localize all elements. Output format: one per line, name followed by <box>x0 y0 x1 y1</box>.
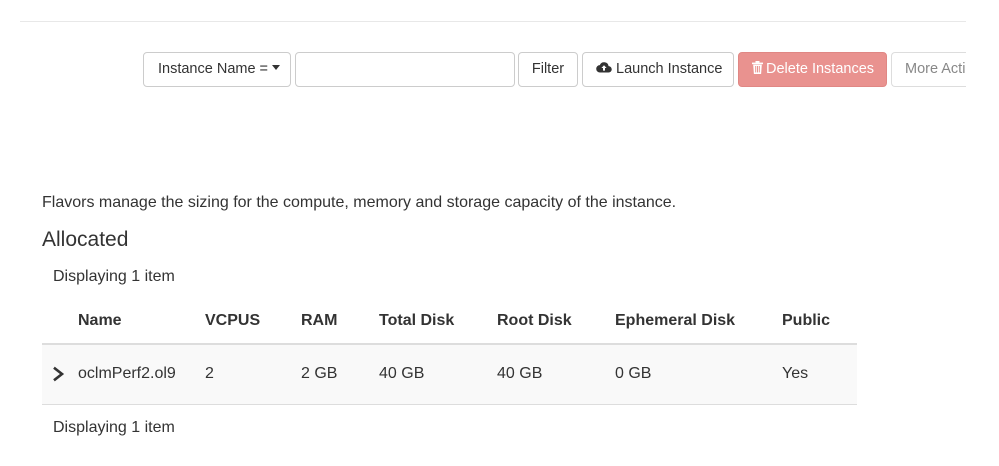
column-header-public[interactable]: Public <box>782 312 830 330</box>
cell-vcpus: 2 <box>205 365 214 382</box>
delete-instances-button[interactable]: Delete Instances <box>738 52 887 87</box>
flavor-help-text: Flavors manage the sizing for the comput… <box>42 194 677 211</box>
table-row: oclmPerf2.ol9 2 2 GB 40 GB 40 GB 0 GB Ye… <box>42 345 857 405</box>
allocated-flavor-table: Name VCPUS RAM Total Disk Root Disk Ephe… <box>42 298 857 405</box>
chevron-right-icon[interactable] <box>52 366 66 382</box>
launch-instance-label: Launch Instance <box>616 61 723 77</box>
instances-toolbar: Instance Name = Filter Launch Instance D… <box>0 52 999 88</box>
column-header-ram[interactable]: RAM <box>301 312 337 330</box>
item-count-top: Displaying 1 item <box>53 268 175 285</box>
column-header-ephemeral-disk[interactable]: Ephemeral Disk <box>615 312 735 330</box>
cell-ram: 2 GB <box>301 365 338 382</box>
column-header-root-disk[interactable]: Root Disk <box>497 312 572 330</box>
item-count-bottom: Displaying 1 item <box>53 419 175 436</box>
cell-ephemeral-disk: 0 GB <box>615 365 652 382</box>
launch-instance-button[interactable]: Launch Instance <box>582 52 734 87</box>
table-header: Name VCPUS RAM Total Disk Root Disk Ephe… <box>42 298 857 345</box>
filter-button-label: Filter <box>531 61 565 77</box>
filter-field-dropdown[interactable]: Instance Name = <box>143 52 291 87</box>
cell-root-disk: 40 GB <box>497 365 543 382</box>
cloud-upload-icon <box>596 62 612 73</box>
trash-icon <box>752 60 763 74</box>
column-header-vcpus[interactable]: VCPUS <box>205 312 260 330</box>
delete-instances-label: Delete Instances <box>766 61 875 77</box>
caret-down-icon <box>272 64 281 70</box>
top-divider <box>20 21 966 22</box>
column-header-name[interactable]: Name <box>78 312 122 330</box>
cell-public: Yes <box>782 365 809 382</box>
filter-field-label: Instance Name = <box>158 61 269 77</box>
filter-button[interactable]: Filter <box>518 52 578 87</box>
column-header-total-disk[interactable]: Total Disk <box>379 312 454 330</box>
filter-search-input[interactable] <box>295 52 515 87</box>
cell-name: oclmPerf2.ol9 <box>78 365 176 382</box>
allocated-heading: Allocated <box>42 228 129 251</box>
cell-total-disk: 40 GB <box>379 365 425 382</box>
viewport-edge <box>966 0 999 466</box>
